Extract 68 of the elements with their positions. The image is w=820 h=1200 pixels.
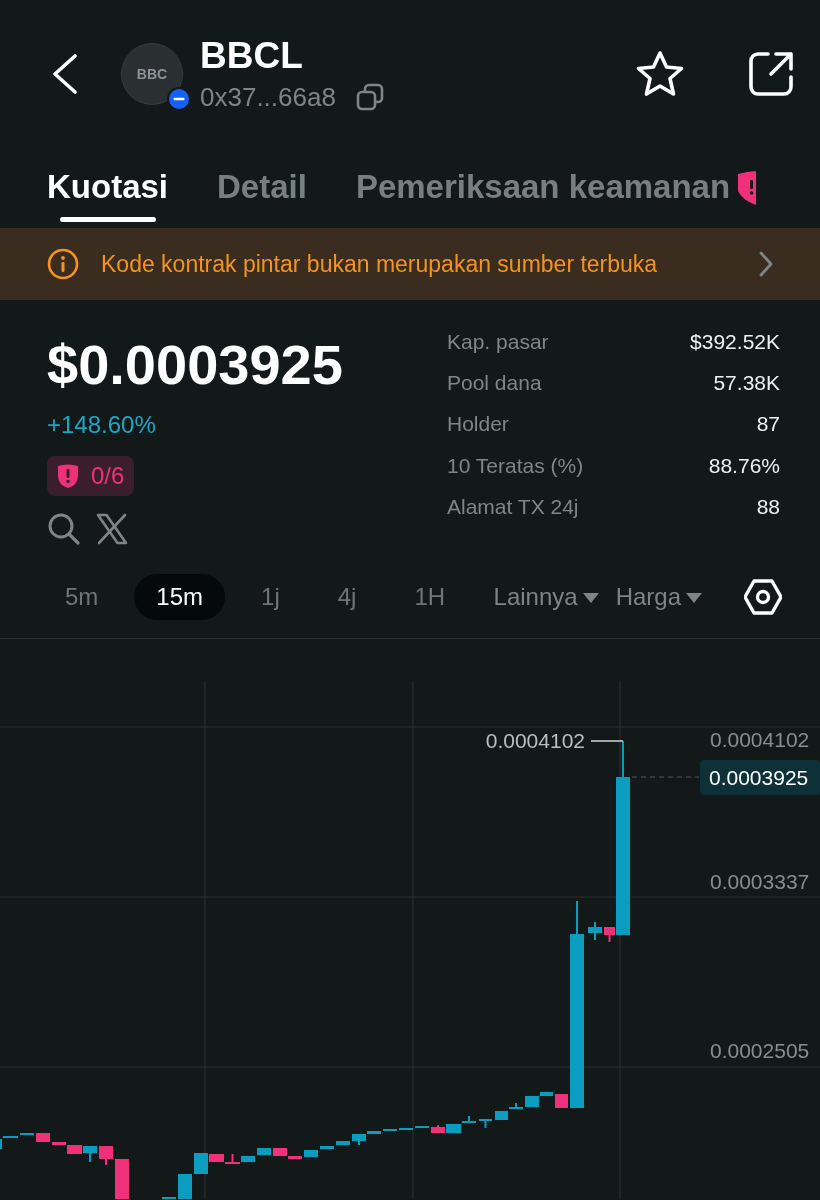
token-price: $0.0003925: [47, 333, 343, 397]
dropdown-button[interactable]: Harga: [615, 573, 702, 620]
candle: [399, 1127, 413, 1131]
candle: [495, 1110, 508, 1121]
stat-value: $392.52K: [690, 329, 780, 354]
dropdown-button[interactable]: Lainnya: [493, 573, 599, 620]
warning-banner[interactable]: Kode kontrak pintar bukan merupakan sumber terbuka: [0, 228, 820, 300]
tab[interactable]: Pemeriksaan keamanan: [355, 148, 757, 224]
candle: [383, 1128, 397, 1132]
stat-value: 88: [756, 494, 780, 519]
candle: [20, 1132, 34, 1136]
candle: [415, 1125, 429, 1129]
price-change: +148.60%: [47, 410, 156, 440]
copy-icon[interactable]: [355, 83, 384, 111]
candle: [99, 1145, 113, 1166]
warning-text: Kode kontrak pintar bukan merupakan sumber terbuka: [101, 250, 659, 278]
interval-tab[interactable]: 5m: [43, 573, 121, 620]
stat-label: Alamat TX 24j: [447, 494, 579, 519]
tab[interactable]: Detail: [217, 148, 307, 224]
avatar-label: BBC: [136, 66, 168, 82]
shield-alert-icon: [56, 463, 80, 489]
security-score-button[interactable]: 0/6: [47, 456, 135, 496]
candle: [588, 921, 602, 941]
candle: [178, 1173, 192, 1199]
stat-value: 87: [756, 412, 780, 437]
settings-icon[interactable]: [744, 577, 782, 616]
star-icon[interactable]: [635, 50, 685, 98]
stat-label: 10 Teratas (%): [447, 453, 584, 478]
last-price-line: [631, 776, 700, 778]
candle: [162, 1196, 176, 1199]
interval-tab[interactable]: 1j: [239, 573, 302, 620]
candle: [115, 1158, 129, 1199]
interval-tab[interactable]: 4j: [315, 573, 379, 620]
leader-line: [590, 740, 624, 742]
high-price-label: 0.0004102: [485, 729, 585, 752]
candle: [336, 1140, 350, 1146]
caret-icon: [582, 592, 599, 603]
interval-tab[interactable]: 1H: [392, 573, 468, 620]
minus-badge-icon: [167, 87, 191, 111]
search-icon[interactable]: [47, 512, 81, 546]
price-axis-label: 0.0004102: [710, 728, 810, 751]
candle: [479, 1118, 492, 1129]
candle: [555, 1093, 568, 1109]
stat-value: 57.38K: [713, 370, 780, 395]
share-icon[interactable]: [747, 50, 795, 98]
caret-icon: [686, 592, 702, 603]
stat-value: 88.76%: [708, 453, 780, 478]
contract-address: 0x37...66a8: [200, 81, 336, 114]
candle: [257, 1147, 271, 1156]
tab[interactable]: Kuotasi: [47, 148, 168, 224]
chevron-right-icon: [758, 250, 774, 278]
candle: [446, 1123, 461, 1134]
back-icon[interactable]: [52, 54, 78, 94]
candle: [304, 1149, 318, 1158]
candle: [320, 1145, 334, 1150]
candle: [431, 1124, 445, 1134]
info-icon: [47, 248, 79, 280]
price-axis-label: 0.0002505: [710, 1039, 810, 1062]
candle: [36, 1132, 50, 1143]
last-price-tag: 0.0003925: [700, 760, 820, 795]
stat-label: Holder: [447, 412, 509, 437]
stat-label: Kap. pasar: [447, 329, 549, 354]
x-logo-icon[interactable]: [96, 513, 128, 545]
stat-label: Pool dana: [447, 370, 542, 395]
candle: [462, 1115, 476, 1124]
price-axis-label: 0.0003337: [710, 870, 810, 893]
interval-tab[interactable]: 15m: [134, 573, 226, 620]
token-symbol: BBCL: [200, 34, 304, 78]
